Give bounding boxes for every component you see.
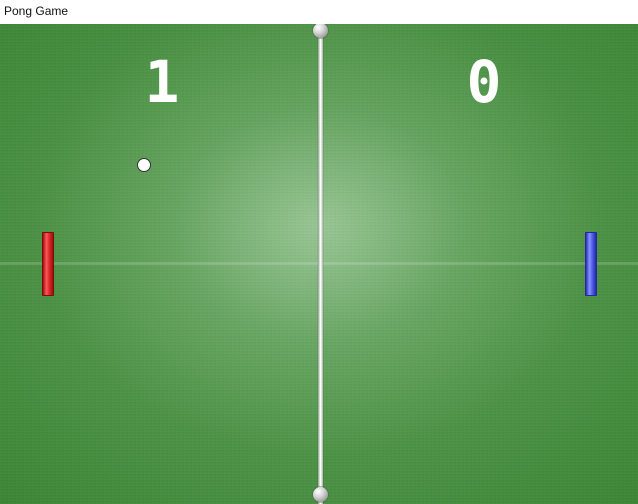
left-score: 1 bbox=[144, 48, 180, 116]
left-paddle[interactable] bbox=[42, 232, 54, 296]
pong-window: Pong Game 1 0 bbox=[0, 0, 638, 504]
net-cap-bottom-icon bbox=[313, 487, 328, 502]
net-cap-top-icon bbox=[313, 24, 328, 38]
right-paddle[interactable] bbox=[585, 232, 597, 296]
ball bbox=[137, 158, 151, 172]
window-title: Pong Game bbox=[0, 0, 638, 24]
game-court[interactable]: 1 0 bbox=[0, 24, 638, 504]
net bbox=[318, 24, 323, 504]
right-score: 0 bbox=[466, 48, 502, 116]
